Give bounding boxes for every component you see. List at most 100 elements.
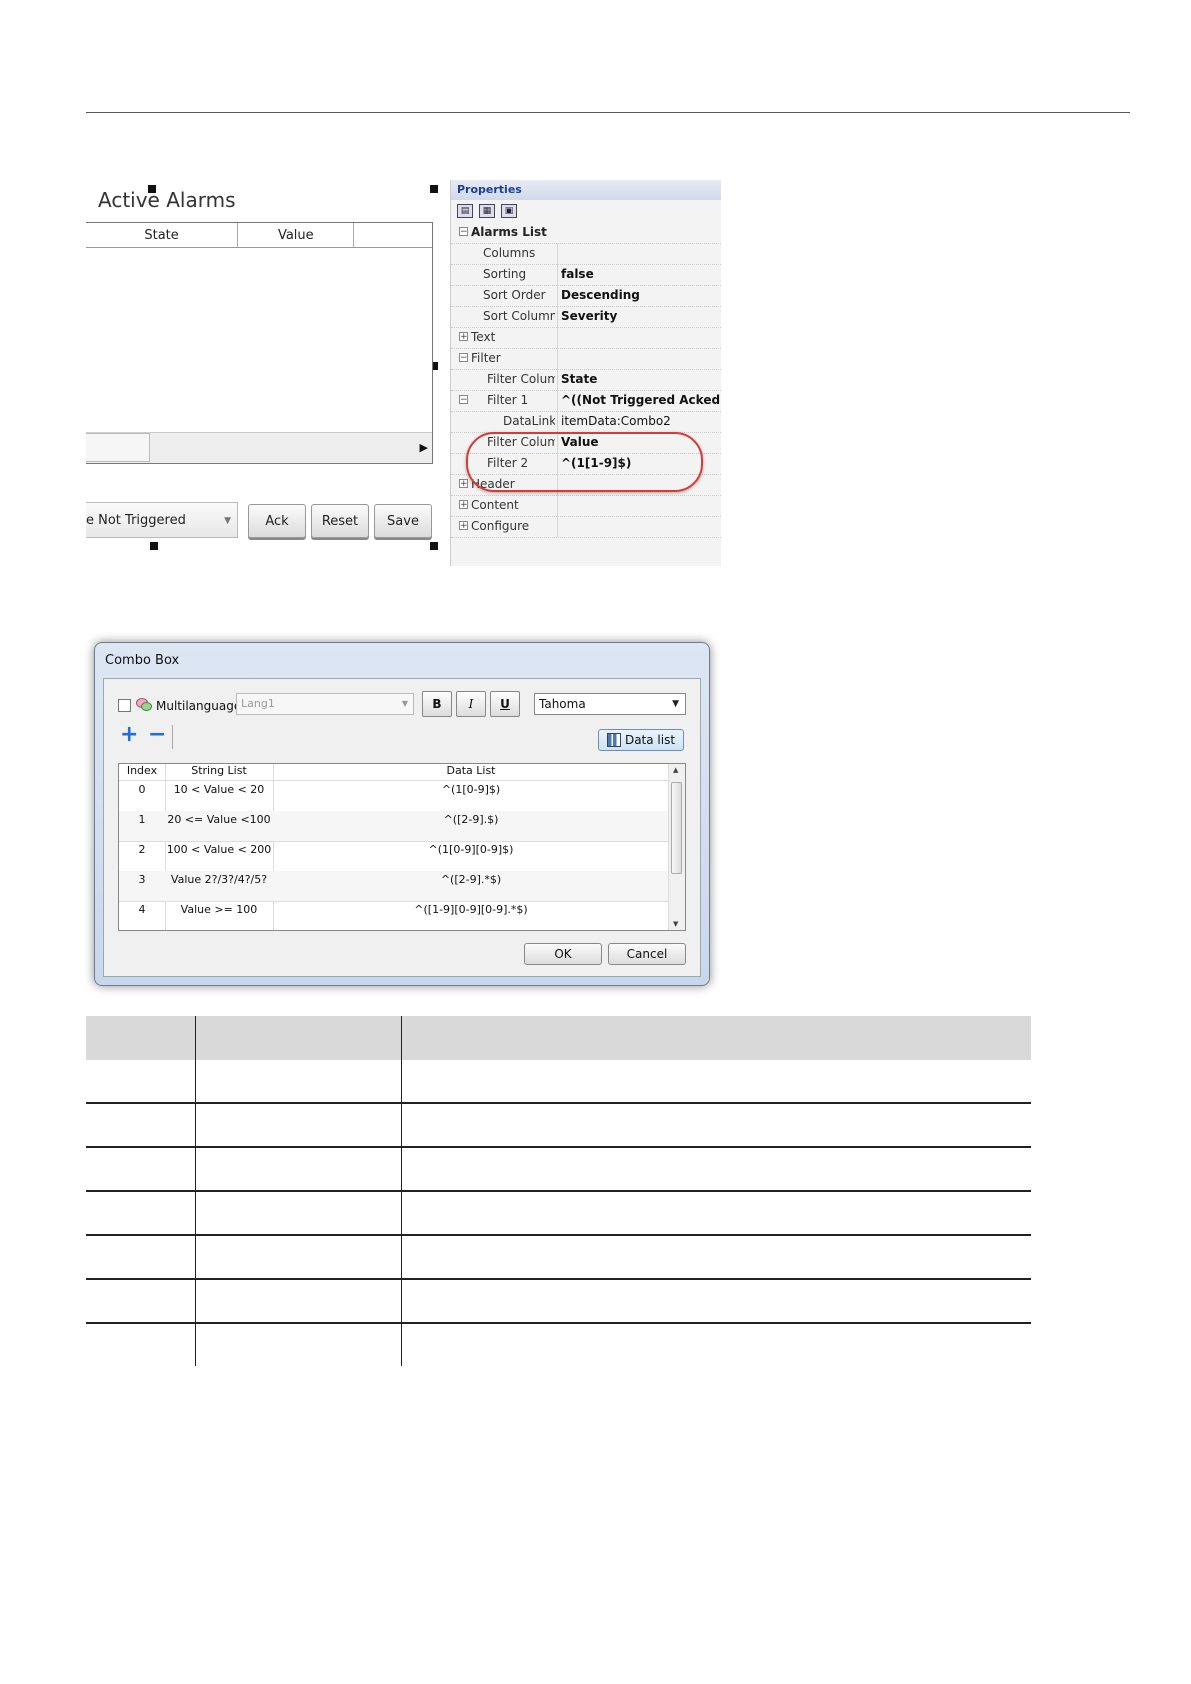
property-row[interactable]: Columns (451, 243, 721, 265)
property-row[interactable]: + Configure (451, 516, 721, 538)
column-header-state[interactable]: State (86, 223, 239, 247)
alphabetical-view-icon[interactable]: ▦ (479, 204, 495, 218)
property-row[interactable]: Sort Column Severity (451, 306, 721, 328)
language-select[interactable]: Lang1 ▼ (236, 693, 414, 715)
alarm-state-combo[interactable]: e Not Triggered ▼ (86, 502, 238, 538)
save-button[interactable]: Save (374, 504, 432, 538)
horizontal-scrollbar[interactable]: ▶ (86, 432, 432, 463)
multilanguage-checkbox[interactable] (118, 699, 131, 712)
collapse-icon[interactable]: − (459, 395, 468, 405)
table-row[interactable]: 2 100 < Value < 200 ^(1[0-9][0-9]$) (119, 841, 669, 872)
data-list-cell[interactable]: ^(1[0-9]$) (273, 783, 669, 796)
ack-button[interactable]: Ack (248, 504, 306, 538)
underline-button[interactable]: U (490, 691, 520, 717)
vertical-scrollbar[interactable]: ▲ ▼ (668, 764, 685, 930)
property-row[interactable]: + Content (451, 495, 721, 517)
header-data-list[interactable]: Data List (273, 764, 669, 777)
multilanguage-icon (136, 698, 152, 711)
property-value[interactable]: State (561, 372, 721, 386)
alarm-widget: Active Alarms State Value ▶ e Not Trigge… (86, 170, 438, 550)
property-value[interactable]: itemData:Combo2 (561, 414, 721, 428)
index-cell[interactable]: 3 (119, 873, 165, 886)
add-row-icon[interactable]: + (120, 724, 138, 746)
data-list-cell[interactable]: ^([2-9].$) (273, 813, 669, 826)
column-header-value[interactable]: Value (238, 223, 355, 247)
table-cell (400, 1060, 1031, 1104)
property-value[interactable]: ^((Not Triggered Acked|N (561, 393, 721, 407)
string-list-cell[interactable]: 10 < Value < 20 (165, 783, 273, 796)
table-row[interactable]: 4 Value >= 100 ^([1-9][0-9][0-9].*$) (119, 901, 669, 930)
index-cell[interactable]: 1 (119, 813, 165, 826)
font-select[interactable]: Tahoma ▼ (534, 693, 686, 715)
property-row[interactable]: + Text (451, 327, 721, 349)
expand-icon[interactable]: + (459, 521, 468, 531)
italic-button[interactable]: I (456, 691, 486, 717)
string-list-cell[interactable]: 100 < Value < 200 (165, 843, 273, 856)
data-list-cell[interactable]: ^([2-9].*$) (273, 873, 669, 886)
property-value[interactable]: false (561, 267, 721, 281)
data-list-button[interactable]: Data list (598, 729, 684, 751)
property-row[interactable]: DataLink itemData:Combo2 (451, 411, 721, 433)
properties-panel-title: Properties (451, 180, 721, 200)
property-pages-icon[interactable]: ▣ (501, 204, 517, 218)
expand-icon[interactable]: + (459, 332, 468, 342)
string-list-cell[interactable]: 20 <= Value <100 (165, 813, 273, 826)
selection-handle-top-right[interactable] (430, 185, 438, 193)
scroll-right-arrow-icon[interactable]: ▶ (420, 441, 428, 454)
expand-icon[interactable]: + (459, 500, 468, 510)
property-row[interactable]: Filter Colum State (451, 369, 721, 391)
expand-icon[interactable]: + (459, 479, 468, 489)
table-cell (400, 1016, 1031, 1060)
collapse-icon[interactable]: − (459, 353, 468, 363)
index-cell[interactable]: 4 (119, 903, 165, 916)
collapse-icon[interactable]: − (459, 227, 468, 237)
categorized-view-icon[interactable]: ▤ (457, 204, 473, 218)
cancel-button[interactable]: Cancel (608, 943, 686, 965)
bold-button[interactable]: B (422, 691, 452, 717)
property-row[interactable]: Sort Order Descending (451, 285, 721, 307)
data-list-button-label: Data list (624, 733, 676, 747)
table-row (86, 1147, 1031, 1192)
table-cell (86, 1147, 195, 1192)
table-cell (194, 1279, 401, 1324)
property-value[interactable]: Severity (561, 309, 721, 323)
alarm-grid[interactable]: State Value ▶ (86, 222, 433, 464)
property-name: Filter (471, 351, 501, 365)
property-row[interactable]: − Filter 1 ^((Not Triggered Acked|N (451, 390, 721, 412)
table-row[interactable]: 3 Value 2?/3?/4?/5? ^([2-9].*$) (119, 871, 669, 902)
scroll-up-arrow-icon[interactable]: ▲ (673, 766, 678, 774)
reset-button[interactable]: Reset (311, 504, 369, 538)
scroll-down-arrow-icon[interactable]: ▼ (673, 920, 678, 928)
table-cell (194, 1016, 401, 1060)
property-value[interactable]: Descending (561, 288, 721, 302)
property-row[interactable]: − Filter (451, 348, 721, 370)
header-index[interactable]: Index (119, 764, 165, 777)
ok-button[interactable]: OK (524, 943, 602, 965)
string-list-cell[interactable]: Value 2?/3?/4?/5? (165, 873, 273, 886)
table-row[interactable]: 1 20 <= Value <100 ^([2-9].$) (119, 811, 669, 842)
scrollbar-thumb[interactable] (671, 782, 682, 874)
table-cell (86, 1323, 195, 1366)
table-cell (194, 1060, 401, 1104)
header-string-list[interactable]: String List (165, 764, 273, 777)
selection-handle-bottom[interactable] (150, 542, 158, 550)
property-divider (557, 495, 558, 516)
property-name: Filter Colum (487, 372, 555, 386)
chevron-down-icon: ▼ (224, 516, 231, 526)
remove-row-icon[interactable]: − (148, 724, 166, 746)
data-list-cell[interactable]: ^(1[0-9][0-9]$) (273, 843, 669, 856)
scrollbar-thumb[interactable] (86, 433, 150, 462)
selection-handle-top[interactable] (148, 185, 156, 193)
index-cell[interactable]: 2 (119, 843, 165, 856)
table-row (86, 1235, 1031, 1280)
string-list-cell[interactable]: Value >= 100 (165, 903, 273, 916)
combo-box-dialog: Combo Box Multilanguage Lang1 ▼ B I U Ta… (94, 642, 710, 986)
table-row[interactable]: 0 10 < Value < 20 ^(1[0-9]$) (119, 781, 669, 812)
property-row[interactable]: Sorting false (451, 264, 721, 286)
table-cell (400, 1323, 1031, 1366)
property-name: Configure (471, 519, 530, 533)
data-list-cell[interactable]: ^([1-9][0-9][0-9].*$) (273, 903, 669, 916)
selection-handle-bottom-right[interactable] (430, 542, 438, 550)
index-cell[interactable]: 0 (119, 783, 165, 796)
property-row[interactable]: − Alarms List (451, 222, 721, 244)
